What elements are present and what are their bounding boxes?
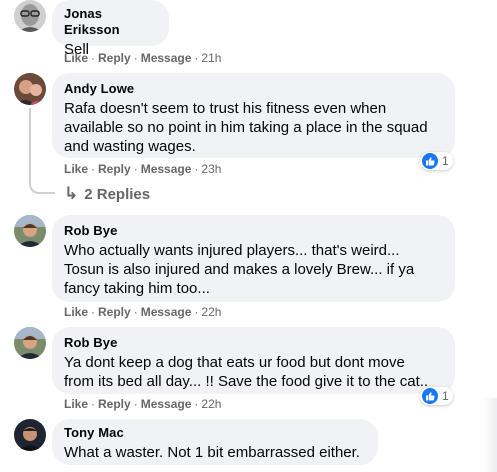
reaction-count[interactable]: 1 xyxy=(420,387,453,405)
replies-label: 2 Replies xyxy=(84,185,151,203)
message-button[interactable]: Message xyxy=(141,305,192,319)
avatar-image xyxy=(14,0,46,32)
thread-connector xyxy=(29,108,55,194)
reaction-number: 1 xyxy=(442,389,449,403)
comment-author[interactable]: Jonas Eriksson xyxy=(64,6,157,38)
comment-actions: Like · Reply · Message · 22h xyxy=(64,397,222,411)
timestamp[interactable]: 21h xyxy=(201,51,221,65)
avatar[interactable] xyxy=(14,215,46,247)
avatar[interactable] xyxy=(14,327,46,359)
comment-bubble: Andy Lowe Rafa doesn't seem to trust his… xyxy=(52,73,455,158)
comment-text: What a waster. Not 1 bit embarrassed eit… xyxy=(64,444,360,461)
message-button[interactable]: Message xyxy=(141,397,192,411)
comment-text: Ya dont keep a dog that eats ur food but… xyxy=(64,353,443,391)
avatar-image xyxy=(14,419,46,451)
reply-button[interactable]: Reply xyxy=(98,51,131,65)
avatar[interactable] xyxy=(14,73,46,105)
reply-arrow-icon: ↳ xyxy=(64,184,79,203)
reaction-number: 1 xyxy=(442,154,449,168)
like-button[interactable]: Like xyxy=(64,305,88,319)
comment-text: Rafa doesn't seem to trust his fitness e… xyxy=(64,99,443,156)
timestamp[interactable]: 22h xyxy=(201,305,221,319)
like-button[interactable]: Like xyxy=(64,162,88,176)
scroll-shadow xyxy=(483,398,497,472)
comment-author[interactable]: Tony Mac xyxy=(64,425,366,441)
reply-button[interactable]: Reply xyxy=(98,305,131,319)
like-button[interactable]: Like xyxy=(64,397,88,411)
comment-author[interactable]: Andy Lowe xyxy=(64,81,443,97)
comment-author[interactable]: Rob Bye xyxy=(64,223,443,239)
comment-text-line: available so no point in him taking a pl… xyxy=(64,119,428,136)
avatar-image xyxy=(14,327,46,359)
comment-actions: Like · Reply · Message · 21h xyxy=(64,51,222,65)
comment-bubble: Tony Mac What a waster. Not 1 bit embarr… xyxy=(52,419,378,465)
timestamp[interactable]: 22h xyxy=(201,397,221,411)
reply-button[interactable]: Reply xyxy=(98,397,131,411)
comment-actions: Like · Reply · Message · 22h xyxy=(64,305,222,319)
comment-text-line: fancy taking him too... xyxy=(64,280,210,297)
reaction-count[interactable]: 1 xyxy=(420,152,453,170)
comment-text-line: Ya dont keep a dog that eats ur food but… xyxy=(64,354,405,371)
view-replies-button[interactable]: ↳ 2 Replies xyxy=(64,184,150,204)
message-button[interactable]: Message xyxy=(141,162,192,176)
reply-button[interactable]: Reply xyxy=(98,162,131,176)
comment-bubble: Jonas Eriksson Sell xyxy=(52,0,169,58)
comment-text-line: from its bed all day... !! Save the food… xyxy=(64,373,429,390)
avatar-image xyxy=(14,215,46,247)
avatar-image xyxy=(14,73,46,105)
comment-actions: Like · Reply · Message · 23h xyxy=(64,162,222,176)
thumbs-up-icon xyxy=(422,388,438,404)
thumbs-up-icon xyxy=(422,153,438,169)
avatar[interactable] xyxy=(14,0,46,32)
message-button[interactable]: Message xyxy=(141,51,192,65)
comment-author[interactable]: Rob Bye xyxy=(64,335,443,351)
comment-text: Who actually wants injured players... th… xyxy=(64,241,443,298)
avatar[interactable] xyxy=(14,419,46,451)
comment-text-line: and wasting wages. xyxy=(64,138,196,155)
comment-text-line: Rafa doesn't seem to trust his fitness e… xyxy=(64,100,387,117)
comment-text-line: Tosun is also injured and makes a lovely… xyxy=(64,261,415,278)
timestamp[interactable]: 23h xyxy=(201,162,221,176)
comment-bubble: Rob Bye Who actually wants injured playe… xyxy=(52,215,455,302)
comment-bubble: Rob Bye Ya dont keep a dog that eats ur … xyxy=(52,327,455,394)
comment-text-line: Who actually wants injured players... th… xyxy=(64,242,400,259)
like-button[interactable]: Like xyxy=(64,51,88,65)
